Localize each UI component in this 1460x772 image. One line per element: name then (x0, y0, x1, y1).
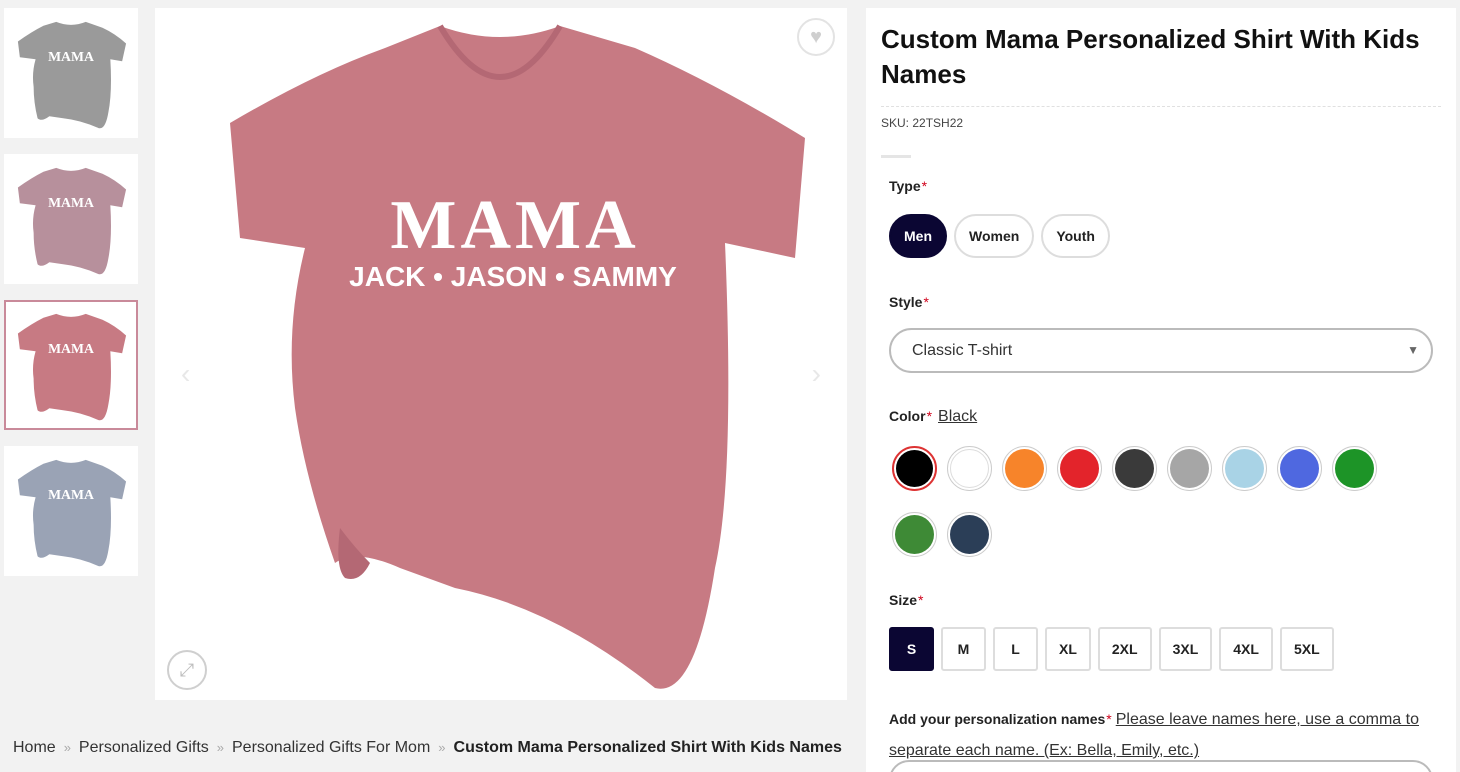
chevron-down-icon: ▼ (1407, 343, 1419, 357)
product-title: Custom Mama Personalized Shirt With Kids… (881, 24, 1420, 89)
chevron-right-icon[interactable]: › (812, 358, 821, 390)
thumbnail-gallery: MAMA MAMA MAMA MAMA (4, 8, 140, 592)
size-option-xl[interactable]: XL (1045, 627, 1091, 671)
divider (881, 106, 1441, 107)
thumbnail[interactable]: MAMA (4, 446, 138, 576)
style-label: Style* (889, 294, 929, 310)
thumbnail[interactable]: MAMA (4, 8, 138, 138)
color-swatch[interactable] (1167, 446, 1212, 491)
sku-label: SKU: (881, 116, 910, 130)
color-swatch[interactable] (1057, 446, 1102, 491)
size-option-3xl[interactable]: 3XL (1158, 627, 1213, 671)
style-select[interactable]: Classic T-shirt ▼ (889, 328, 1433, 373)
color-swatch-fill (896, 450, 933, 487)
color-swatch-fill (1005, 449, 1044, 488)
color-swatch[interactable] (1277, 446, 1322, 491)
color-swatch-fill (895, 515, 934, 554)
names-input[interactable] (889, 760, 1433, 772)
breadcrumb-link[interactable]: Personalized Gifts (79, 739, 209, 756)
color-swatch-fill (1060, 449, 1099, 488)
tshirt-image: MAMA JACK • JASON • SAMMY (230, 24, 805, 689)
color-swatch-fill (1170, 449, 1209, 488)
breadcrumb: Home » Personalized Gifts » Personalized Gif… (13, 739, 842, 757)
breadcrumb-link[interactable]: Personalized Gifts For Mom (232, 739, 430, 756)
color-swatch[interactable] (1222, 446, 1267, 491)
thumbnail-shirt-image: MAMA (17, 167, 127, 275)
print-names-text: JACK • JASON • SAMMY (349, 261, 677, 292)
sku-line: SKU: 22TSH22 (881, 116, 963, 130)
color-label: Color* Black (889, 408, 978, 425)
color-swatch-fill (1280, 449, 1319, 488)
thumbnail-print-text: MAMA (48, 341, 94, 356)
chevron-left-icon[interactable]: ‹ (181, 358, 190, 390)
size-options: S M L XL 2XL 3XL 4XL 5XL (889, 627, 1334, 671)
type-option-youth[interactable]: Youth (1041, 214, 1110, 258)
breadcrumb-link[interactable]: Home (13, 739, 56, 756)
breadcrumb-separator: » (438, 740, 446, 755)
color-swatch[interactable] (1332, 446, 1377, 491)
print-main-text: MAMA (390, 187, 639, 264)
thumbnail-print-text: MAMA (48, 487, 94, 502)
color-swatch-fill (950, 449, 989, 488)
thumbnail-shirt-image: MAMA (17, 459, 127, 567)
thumbnail-print-text: MAMA (48, 195, 94, 210)
thumbnail-print-text: MAMA (48, 49, 94, 64)
color-swatch[interactable] (892, 512, 937, 557)
names-label: Add your personalization names (889, 711, 1106, 727)
type-option-women[interactable]: Women (954, 214, 1035, 258)
type-options: Men Women Youth (889, 214, 1110, 258)
personalization-names: Add your personalization names* Please le… (889, 711, 1419, 759)
breadcrumb-separator: » (216, 740, 224, 755)
type-label: Type* (889, 178, 928, 194)
product-details-panel: Custom Mama Personalized Shirt With Kids… (866, 8, 1456, 772)
size-option-l[interactable]: L (993, 627, 1038, 671)
color-selected-value[interactable]: Black (938, 408, 977, 425)
size-option-s[interactable]: S (889, 627, 934, 671)
thumbnail-shirt-image: MAMA (17, 21, 127, 129)
color-swatch[interactable] (947, 512, 992, 557)
product-main-image[interactable]: MAMA JACK • JASON • SAMMY ♥ ‹ › ⤢ (155, 8, 847, 700)
breadcrumb-separator: » (63, 740, 71, 755)
style-select-value: Classic T-shirt (912, 341, 1013, 359)
size-option-m[interactable]: M (941, 627, 986, 671)
color-swatch[interactable] (892, 446, 937, 491)
color-swatch-fill (1335, 449, 1374, 488)
thumbnail[interactable]: MAMA (4, 300, 138, 430)
size-option-4xl[interactable]: 4XL (1219, 627, 1273, 671)
color-swatch-fill (1115, 449, 1154, 488)
color-swatch[interactable] (1112, 446, 1157, 491)
thumbnail[interactable]: MAMA (4, 154, 138, 284)
tshirt-body (230, 26, 805, 689)
color-swatch-fill (950, 515, 989, 554)
type-option-men[interactable]: Men (889, 214, 947, 258)
expand-icon[interactable]: ⤢ (167, 650, 207, 690)
size-option-2xl[interactable]: 2XL (1097, 627, 1152, 671)
breadcrumb-current: Custom Mama Personalized Shirt With Kids… (453, 739, 842, 756)
size-label: Size* (889, 592, 924, 608)
thumbnail-shirt-image: MAMA (17, 313, 127, 421)
color-swatches (892, 446, 1392, 557)
divider (881, 155, 911, 158)
sku-value: 22TSH22 (912, 116, 964, 130)
size-option-5xl[interactable]: 5XL (1279, 627, 1334, 671)
color-swatch-fill (1225, 449, 1264, 488)
heart-icon[interactable]: ♥ (797, 18, 835, 56)
color-swatch[interactable] (947, 446, 992, 491)
color-swatch[interactable] (1002, 446, 1047, 491)
